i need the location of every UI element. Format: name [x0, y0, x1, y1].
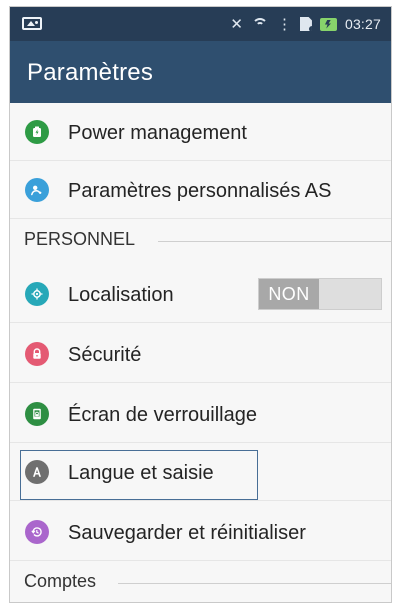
location-toggle[interactable]: NON: [258, 278, 382, 310]
battery-charging-icon: [319, 17, 337, 31]
settings-item-label: Paramètres personnalisés AS: [68, 180, 332, 202]
android-settings-screen: ✕ ⋮ 03:27 Paramètres Power management Pa…: [9, 6, 392, 603]
lock-screen-icon: [25, 402, 49, 426]
settings-item-location[interactable]: Localisation NON: [10, 265, 391, 323]
section-header-personnel: PERSONNEL: [10, 221, 391, 257]
mute-icon: ✕: [230, 15, 243, 33]
settings-item-power-management[interactable]: Power management: [10, 103, 391, 161]
settings-header: Paramètres: [10, 41, 391, 103]
sim-icon: [299, 17, 312, 31]
image-icon: [22, 17, 42, 30]
security-lock-icon: [25, 342, 49, 366]
settings-item-label: Langue et saisie: [68, 462, 214, 484]
settings-item-backup-reset[interactable]: Sauvegarder et réinitialiser: [10, 503, 391, 561]
section-header-accounts: Comptes: [10, 563, 391, 599]
settings-item-language-input[interactable]: Langue et saisie: [10, 443, 391, 501]
power-management-icon: [25, 120, 49, 144]
settings-item-label: Power management: [68, 122, 247, 144]
language-input-icon: [25, 460, 49, 484]
settings-item-asus-custom-settings[interactable]: Paramètres personnalisés AS: [10, 161, 391, 219]
wifi-icon: [251, 17, 269, 31]
asus-custom-settings-icon: [25, 178, 49, 202]
status-icons: ✕ ⋮ 03:27: [230, 15, 381, 33]
toggle-state-label: NON: [259, 279, 319, 309]
status-time: 03:27: [344, 16, 381, 32]
settings-item-label: Localisation: [68, 284, 174, 306]
settings-list[interactable]: Power management Paramètres personnalisé…: [10, 103, 391, 602]
section-divider: [118, 583, 391, 584]
settings-item-lock-screen[interactable]: Écran de verrouillage: [10, 385, 391, 443]
signal-icon: ⋮: [276, 15, 292, 33]
location-icon: [25, 282, 49, 306]
section-title: PERSONNEL: [24, 229, 136, 249]
settings-item-security[interactable]: Sécurité: [10, 325, 391, 383]
settings-item-label: Sécurité: [68, 344, 142, 366]
settings-item-label: Sauvegarder et réinitialiser: [68, 522, 306, 544]
section-title: Comptes: [24, 571, 97, 591]
status-bar: ✕ ⋮ 03:27: [10, 7, 391, 41]
backup-reset-icon: [25, 520, 49, 544]
section-divider: [158, 241, 391, 242]
settings-item-label: Écran de verrouillage: [68, 404, 257, 426]
page-title: Paramètres: [27, 59, 154, 86]
